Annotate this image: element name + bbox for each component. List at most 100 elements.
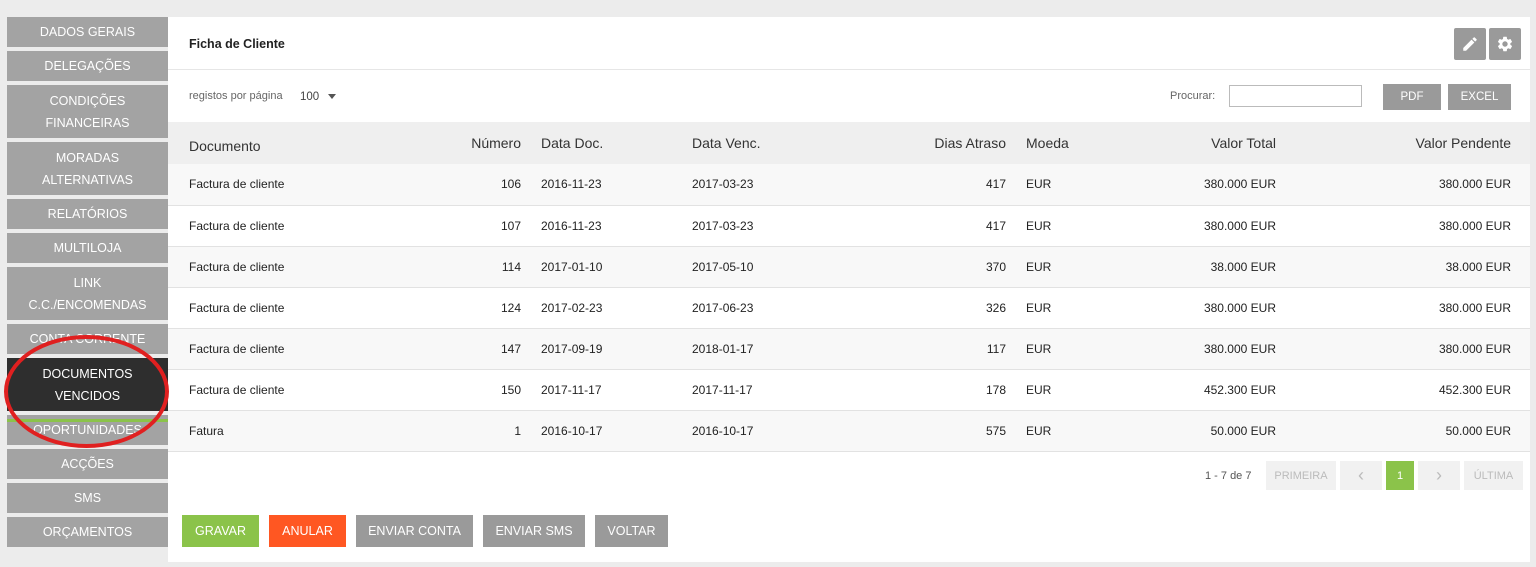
table-cell: 2017-05-10 [692,259,754,274]
table-cell: 380.000 EUR [1203,341,1276,356]
sidebar-item-or-amentos[interactable]: ORÇAMENTOS [7,517,168,547]
table-cell: EUR [1026,341,1052,356]
sidebar-item-moradas-alternativas[interactable]: MORADAS ALTERNATIVAS [7,142,168,195]
table-cell: 2017-02-23 [541,300,603,315]
sidebar-item-ac-es[interactable]: ACÇÕES [7,449,168,479]
table-row[interactable]: Factura de cliente 124 2017-02-23 2017-06-2… [168,287,1530,328]
table-row[interactable]: Factura de cliente 147 2017-09-19 2018-01-1… [168,328,1530,369]
table-cell: 147 [500,341,521,356]
per-page-value: 100 [300,91,320,103]
table-cell: EUR [1026,382,1052,397]
sidebar-item-label: MORADAS [55,150,120,165]
table-cell: 114 [501,259,521,274]
sidebar-item-label: ORÇAMENTOS [42,525,133,539]
col-dias-atraso[interactable]: Dias Atraso [882,122,1016,164]
pdf-button[interactable]: PDF [1383,84,1441,110]
table-row[interactable]: Fatura 1 2016-10-17 2016-10-17 575 EUR 50.000 … [168,410,1530,451]
table-cell: Factura de cliente [189,341,285,356]
sidebar-item-label: LINK [73,275,102,290]
table-cell: Factura de cliente [189,382,285,397]
edit-button[interactable] [1454,28,1486,60]
documents-table: Documento Número Data Doc. Data Venc. Di… [168,122,1530,452]
sidebar-item-label: DOCUMENTOS [42,366,133,381]
table-cell: 2016-11-23 [541,177,602,192]
table-cell: 380.000 EUR [1438,341,1511,356]
pagination-next[interactable]: › [1418,461,1460,490]
sidebar-item-documentos-vencidos[interactable]: DOCUMENTOS VENCIDOS [7,358,168,411]
search-input[interactable] [1229,85,1362,107]
table-row[interactable]: Factura de cliente 107 2016-11-23 2017-03-2… [168,205,1530,246]
sidebar-item-label: C.C./ENCOMENDAS [28,297,147,312]
sidebar-item-conta-corrente[interactable]: CONTA CORRENTE [7,324,168,354]
col-numero[interactable]: Número [389,122,531,164]
table-cell: 2017-03-23 [692,218,754,233]
table-row[interactable]: Factura de cliente 114 2017-01-10 2017-05-1… [168,246,1530,287]
pagination-first[interactable]: PRIMEIRA [1266,461,1336,490]
back-button[interactable]: VOLTAR [595,515,668,547]
pagination-current[interactable]: 1 [1386,461,1414,490]
table-cell: 106 [500,177,521,192]
col-documento[interactable]: Documento [168,122,389,164]
col-moeda[interactable]: Moeda [1016,122,1116,164]
col-valor-pendente[interactable]: Valor Pendente [1286,122,1530,164]
table-cell: 380.000 EUR [1438,300,1511,315]
col-data-venc[interactable]: Data Venc. [682,122,882,164]
table-cell: 2017-06-23 [692,300,754,315]
sidebar-item-sms[interactable]: SMS [7,483,168,513]
sidebar-item-condi-es-financeiras[interactable]: CONDIÇÕES FINANCEIRAS [7,85,168,138]
sidebar-item-link-c-c-encomendas[interactable]: LINK C.C./ENCOMENDAS [7,267,168,320]
table-cell: 2016-10-17 [692,423,754,438]
settings-button[interactable] [1489,28,1521,60]
table-cell: 2017-01-10 [541,259,603,274]
cancel-button[interactable]: ANULAR [269,515,346,547]
table-cell: 1 [514,423,521,438]
table-cell: EUR [1026,177,1052,192]
sidebar-item-label: CONDIÇÕES [49,93,126,108]
sidebar-item-label: ACÇÕES [61,457,114,471]
pagination-prev[interactable]: ‹ [1340,461,1382,490]
sidebar-item-label: VENCIDOS [54,388,121,403]
col-data-doc[interactable]: Data Doc. [531,122,682,164]
active-indicator [7,419,168,422]
table-cell: Factura de cliente [189,218,285,233]
sidebar-item-multiloja[interactable]: MULTILOJA [7,233,168,263]
table-cell: 380.000 EUR [1438,218,1511,233]
main-panel: Ficha de Cliente registos por página 100… [168,17,1530,562]
table-cell: EUR [1026,423,1052,438]
col-valor-total[interactable]: Valor Total [1116,122,1286,164]
page-title: Ficha de Cliente [189,37,285,51]
pencil-icon [1463,37,1477,51]
gear-icon [1498,36,1513,52]
sidebar-item-dados-gerais[interactable]: DADOS GERAIS [7,17,168,47]
table-row[interactable]: Factura de cliente 150 2017-11-17 2017-11-1… [168,369,1530,410]
table-cell: 2017-11-17 [692,382,753,397]
panel-header: Ficha de Cliente [168,17,1530,70]
table-cell: 2016-11-23 [541,218,602,233]
table-cell: 2017-11-17 [541,382,602,397]
table-cell: Factura de cliente [189,259,285,274]
sidebar-item-label: MULTILOJA [53,241,122,255]
sidebar-item-label: ALTERNATIVAS [42,172,133,187]
send-account-button[interactable]: ENVIAR CONTA [356,515,473,547]
per-page-label: registos por página [189,90,283,102]
pagination-last[interactable]: ÚLTIMA [1464,461,1523,490]
table-cell: 178 [985,382,1006,397]
table-cell: 2018-01-17 [692,341,754,356]
caret-down-icon [328,94,337,100]
table-cell: EUR [1026,300,1052,315]
sidebar-item-delega-es[interactable]: DELEGAÇÕES [7,51,168,81]
sidebar: DADOS GERAIS DELEGAÇÕES CONDIÇÕES FINANCEIR… [7,17,168,551]
table-cell: 380.000 EUR [1203,300,1276,315]
table-cell: 380.000 EUR [1438,177,1511,192]
table-header-row: Documento Número Data Doc. Data Venc. Di… [168,122,1530,164]
sidebar-item-relat-rios[interactable]: RELATÓRIOS [7,199,168,229]
excel-button[interactable]: EXCEL [1448,84,1511,110]
save-button[interactable]: GRAVAR [182,515,259,547]
table-cell: 38.000 EUR [1210,259,1276,274]
send-sms-button[interactable]: ENVIAR SMS [483,515,585,547]
table-row[interactable]: Factura de cliente 106 2016-11-23 2017-03-2… [168,164,1530,205]
table-cell: 380.000 EUR [1203,177,1276,192]
per-page-select[interactable]: 100 [300,91,337,103]
table-cell: 50.000 EUR [1210,423,1276,438]
table-cell: EUR [1026,259,1052,274]
